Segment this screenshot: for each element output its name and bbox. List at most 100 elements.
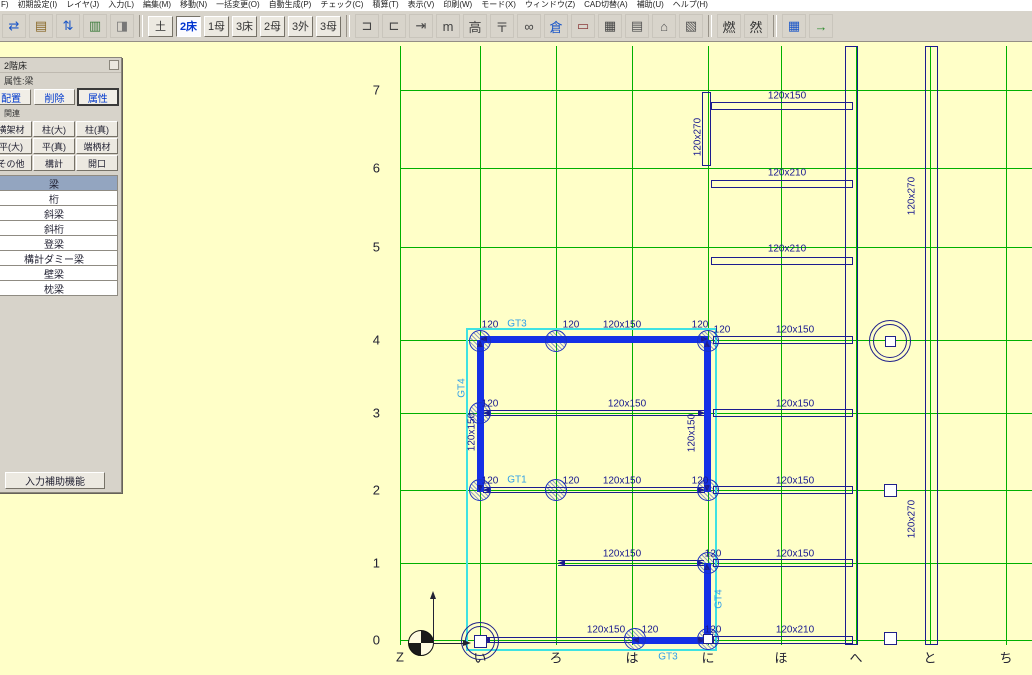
printer-icon[interactable]: ▤ (625, 14, 649, 38)
menu-item-4[interactable]: 編集(M) (143, 0, 171, 10)
swap-icon[interactable]: ⇄ (2, 14, 26, 38)
floor-button-3母[interactable]: 3母 (316, 16, 341, 37)
floor-button-土[interactable]: 土 (148, 16, 173, 37)
beam-arrow (698, 410, 705, 416)
menu-item-5[interactable]: 移動(N) (180, 0, 207, 10)
toolbar: ⇄▤⇅▥◨土2床1母3床2母3外3母⊐⊏⇥m高〒∞倉▭▦▤⌂▧燃然▦→ (0, 10, 1032, 42)
beam-size-label: 120 (705, 549, 722, 560)
layers-icon[interactable]: ▤ (29, 14, 53, 38)
beam-open-icon[interactable]: ⊏ (382, 14, 406, 38)
menu-item-13[interactable]: ウィンドウ(Z) (525, 0, 575, 10)
menu-item-12[interactable]: モード(X) (481, 0, 516, 10)
grid-column-label: Z (396, 650, 404, 665)
member-item-桁[interactable]: 桁 (0, 190, 118, 206)
folder-icon[interactable]: ▧ (679, 14, 703, 38)
beam[interactable] (713, 409, 853, 417)
floor-button-3外[interactable]: 3外 (288, 16, 313, 37)
member-item-梁[interactable]: 梁 (0, 175, 118, 191)
beam[interactable] (713, 336, 853, 344)
input-assist-button[interactable]: 入力補助機能 (5, 472, 105, 489)
menu-item-1[interactable]: 初期設定(I) (18, 0, 58, 10)
category-button-8[interactable]: 開口 (76, 155, 118, 171)
menu-item-10[interactable]: 表示(V) (408, 0, 435, 10)
member-item-壁梁[interactable]: 壁梁 (0, 265, 118, 281)
beam-size-label: 120x150 (768, 91, 806, 102)
level-mark-icon[interactable]: 〒 (490, 14, 514, 38)
member-item-枕梁[interactable]: 枕梁 (0, 280, 118, 296)
beam[interactable] (711, 102, 853, 110)
menu-item-11[interactable]: 印刷(W) (443, 0, 472, 10)
toolbar-separator (708, 15, 712, 37)
category-button-4[interactable]: 平(真) (33, 138, 75, 154)
beam-end-icon[interactable]: ⊐ (355, 14, 379, 38)
beam[interactable] (558, 560, 704, 566)
beam[interactable] (845, 46, 858, 645)
menu-item-15[interactable]: 補助(U) (637, 0, 664, 10)
beam[interactable] (483, 487, 705, 493)
category-button-2[interactable]: 柱(真) (76, 121, 118, 137)
menu-item-9[interactable]: 積算(T) (372, 0, 398, 10)
vehicle-icon[interactable]: ▭ (571, 14, 595, 38)
grid-column-label: い (473, 648, 486, 667)
house-icon[interactable]: ⌂ (652, 14, 676, 38)
menu-item-0[interactable]: F) (1, 0, 9, 10)
blue-grid-icon[interactable]: ▦ (782, 14, 806, 38)
drawing-canvas[interactable]: Zいろはにほへとち76543210120x150120x210120x21012… (0, 42, 1032, 675)
origin-axis-vertical (433, 598, 434, 643)
menu-item-16[interactable]: ヘルプ(H) (673, 0, 708, 10)
menu-item-14[interactable]: CAD切替(A) (584, 0, 628, 10)
palette-pin-button[interactable] (109, 60, 119, 70)
half-sheet-icon[interactable]: ◨ (110, 14, 134, 38)
selected-beam[interactable] (704, 340, 711, 492)
category-button-3[interactable]: 平(大) (0, 138, 32, 154)
small-member-icon[interactable]: m (436, 14, 460, 38)
mode-button-配置[interactable]: 配置 (0, 89, 31, 105)
sheet-icon[interactable]: ▥ (83, 14, 107, 38)
category-button-5[interactable]: 端柄材 (76, 138, 118, 154)
beam-insert-icon[interactable]: ⇥ (409, 14, 433, 38)
member-item-登梁[interactable]: 登梁 (0, 235, 118, 251)
grid-icon[interactable]: ▦ (598, 14, 622, 38)
beam-size-label: 120 (642, 625, 659, 636)
category-button-1[interactable]: 柱(大) (33, 121, 75, 137)
beam[interactable] (713, 486, 853, 494)
beam[interactable] (713, 559, 853, 567)
height-icon[interactable]: 高 (463, 14, 487, 38)
floor-button-1母[interactable]: 1母 (204, 16, 229, 37)
member-item-斜梁[interactable]: 斜梁 (0, 205, 118, 221)
category-button-7[interactable]: 構計 (33, 155, 75, 171)
mode-button-削除[interactable]: 削除 (34, 89, 74, 105)
continuous-icon[interactable]: ∞ (517, 14, 541, 38)
beam[interactable] (711, 180, 853, 188)
updown-icon[interactable]: ⇅ (56, 14, 80, 38)
grid-column-label: ほ (774, 648, 787, 667)
nature-icon[interactable]: 然 (744, 14, 768, 38)
member-item-斜桁[interactable]: 斜桁 (0, 220, 118, 236)
category-button-6[interactable]: その他 (0, 155, 32, 171)
category-button-0[interactable]: 横架材 (0, 121, 32, 137)
member-item-構計ダミー梁[interactable]: 構計ダミー梁 (0, 250, 118, 266)
beam-size-label: 120x150 (587, 625, 625, 636)
beam[interactable] (711, 257, 853, 265)
beam[interactable] (483, 410, 705, 416)
menu-item-3[interactable]: 入力(L) (108, 0, 134, 10)
warehouse-icon[interactable]: 倉 (544, 14, 568, 38)
beam[interactable] (713, 636, 853, 644)
menu-item-6[interactable]: 一括変更(O) (216, 0, 260, 10)
beam[interactable] (925, 46, 938, 645)
burn-icon[interactable]: 燃 (717, 14, 741, 38)
menu-item-7[interactable]: 自動生成(P) (269, 0, 312, 10)
column-post-circle[interactable] (469, 330, 491, 352)
palette-title-bar[interactable]: 2階床 (0, 58, 121, 73)
hold-down-square[interactable] (884, 632, 897, 645)
mode-button-属性[interactable]: 属性 (78, 89, 118, 105)
floor-button-2床[interactable]: 2床 (176, 16, 201, 37)
floor-button-3床[interactable]: 3床 (232, 16, 257, 37)
menu-item-2[interactable]: レイヤ(J) (66, 0, 99, 10)
selected-beam[interactable] (480, 336, 708, 343)
column-post-circle[interactable] (545, 330, 567, 352)
exit-icon[interactable]: → (809, 14, 833, 38)
floor-button-2母[interactable]: 2母 (260, 16, 285, 37)
hold-down-square[interactable] (884, 484, 897, 497)
menu-item-8[interactable]: チェック(C) (320, 0, 363, 10)
